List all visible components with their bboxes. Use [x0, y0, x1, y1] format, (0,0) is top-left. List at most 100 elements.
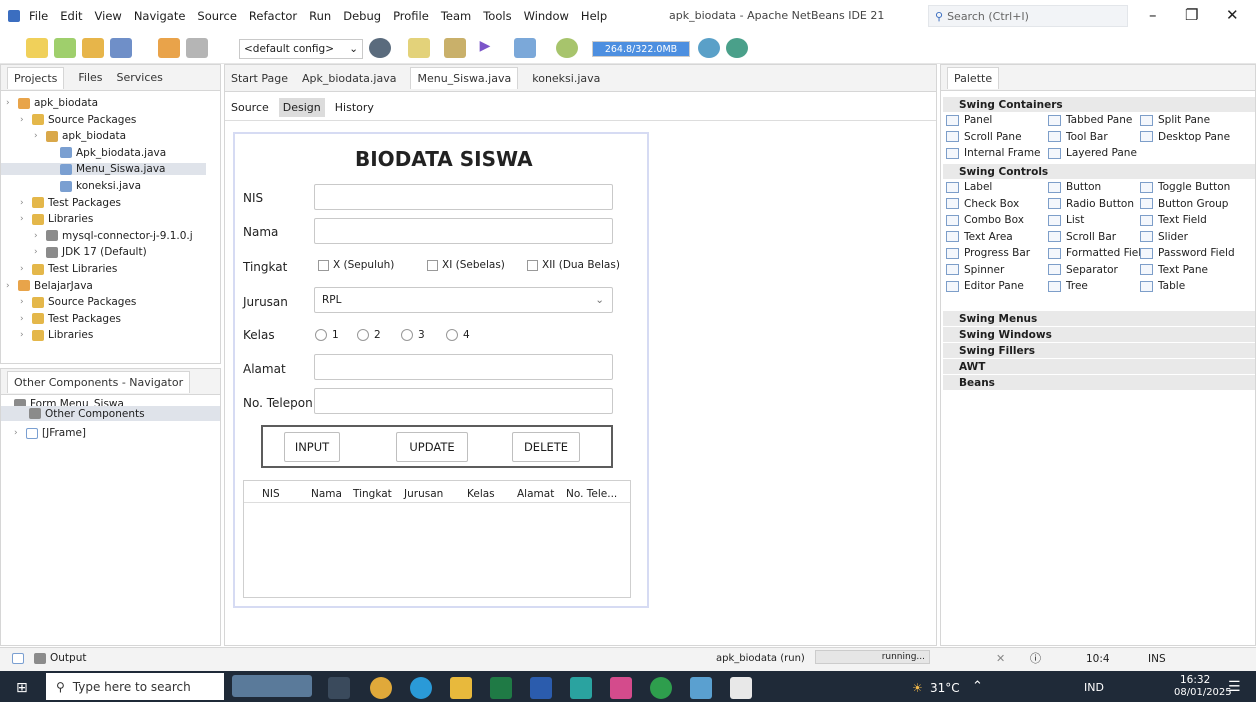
build-icon[interactable] — [444, 38, 466, 58]
clock-time[interactable]: 16:32 — [1180, 674, 1210, 686]
notification-icon[interactable]: ⓘ — [1030, 650, 1041, 666]
column-header-telepon[interactable]: No. Tele... — [566, 488, 617, 500]
palette-item[interactable]: Label — [946, 181, 992, 193]
chevron-icon[interactable]: › — [34, 131, 42, 141]
palette-section-header[interactable]: Swing Fillers — [943, 343, 1255, 358]
word-icon[interactable] — [530, 677, 552, 699]
redo-icon[interactable] — [186, 38, 208, 58]
menu-source[interactable]: Source — [197, 9, 237, 23]
chevron-icon[interactable]: › — [34, 247, 42, 257]
clean-icon[interactable] — [408, 38, 430, 58]
radio-kelas-1[interactable]: 1 — [315, 329, 339, 341]
palette-item[interactable]: Tabbed Pane — [1048, 114, 1132, 126]
palette-item[interactable]: Radio Button — [1048, 198, 1134, 210]
tree-node[interactable]: › apk_biodata — [6, 97, 98, 109]
menu-help[interactable]: Help — [581, 9, 607, 23]
palette-section-header[interactable]: AWT — [943, 359, 1255, 374]
tab-navigator[interactable]: Other Components - Navigator — [7, 370, 191, 393]
radio-kelas-2[interactable]: 2 — [357, 329, 381, 341]
tree-node[interactable]: › BelajarJava — [6, 280, 93, 292]
app-icon[interactable] — [370, 677, 392, 699]
minimize-icon[interactable]: – — [1149, 6, 1157, 24]
checkbox-xi[interactable]: XI (Sebelas) — [427, 259, 505, 271]
subtab-source[interactable]: Source — [231, 101, 269, 114]
palette-item[interactable]: Internal Frame — [946, 147, 1041, 159]
tab-start-page[interactable]: Start Page — [231, 72, 288, 85]
palette-item[interactable]: Tree — [1048, 280, 1088, 292]
palette-item[interactable]: Formatted Field — [1048, 247, 1148, 259]
palette-item[interactable]: Button Group — [1140, 198, 1228, 210]
palette-item[interactable]: Editor Pane — [946, 280, 1024, 292]
column-header-kelas[interactable]: Kelas — [467, 488, 495, 500]
chrome-icon[interactable] — [650, 677, 672, 699]
tab-files[interactable]: Files — [78, 71, 102, 84]
palette-item[interactable]: Text Field — [1140, 214, 1207, 226]
column-header-nis[interactable]: NIS — [262, 488, 280, 500]
palette-item[interactable]: Tool Bar — [1048, 131, 1108, 143]
tab-palette[interactable]: Palette — [947, 66, 1000, 89]
tab-services[interactable]: Services — [117, 71, 163, 84]
column-header-jurusan[interactable]: Jurusan — [404, 488, 443, 500]
tree-node[interactable]: › apk_biodata — [34, 130, 126, 142]
tree-node[interactable]: › Test Libraries — [20, 263, 117, 275]
close-icon[interactable]: ✕ — [1226, 6, 1239, 24]
palette-item[interactable]: Check Box — [946, 198, 1019, 210]
palette-item[interactable]: Scroll Bar — [1048, 231, 1116, 243]
tray-chevron-icon[interactable]: ⌃ — [972, 679, 983, 694]
tree-node[interactable]: › mysql-connector-j-9.1.0.j — [34, 230, 193, 242]
debug-icon[interactable] — [514, 38, 536, 58]
tree-node[interactable]: Menu_Siswa.java — [1, 163, 206, 176]
column-header-tingkat[interactable]: Tingkat — [353, 488, 392, 500]
java-icon[interactable] — [730, 677, 752, 699]
palette-section-header[interactable]: Swing Containers — [943, 97, 1255, 112]
nav-item-jframe[interactable]: › [JFrame] — [14, 427, 86, 439]
netbeans-icon[interactable] — [690, 677, 712, 699]
tree-node[interactable]: koneksi.java — [48, 180, 141, 192]
tab-menu-siswa[interactable]: Menu_Siswa.java — [410, 67, 519, 89]
checkbox-x[interactable]: X (Sepuluh) — [318, 259, 394, 271]
tree-node[interactable]: › Test Packages — [20, 313, 121, 325]
palette-section-header[interactable]: Swing Controls — [943, 164, 1255, 179]
tree-node[interactable]: › Source Packages — [20, 114, 136, 126]
menu-debug[interactable]: Debug — [343, 9, 381, 23]
palette-item[interactable]: Spinner — [946, 264, 1004, 276]
chevron-icon[interactable]: › — [20, 330, 28, 340]
telepon-field[interactable] — [314, 388, 613, 414]
palette-item[interactable]: Progress Bar — [946, 247, 1030, 259]
gc2-icon[interactable] — [726, 38, 748, 58]
tab-apk-biodata[interactable]: Apk_biodata.java — [302, 72, 396, 85]
menu-navigate[interactable]: Navigate — [134, 9, 186, 23]
tree-node[interactable]: Apk_biodata.java — [48, 147, 166, 159]
input-button[interactable]: INPUT — [284, 432, 340, 462]
config-select[interactable]: <default config> ⌄ — [239, 39, 363, 59]
chevron-icon[interactable]: › — [20, 314, 28, 324]
column-header-nama[interactable]: Nama — [311, 488, 342, 500]
subtab-design[interactable]: Design — [278, 98, 325, 117]
chevron-icon[interactable]: › — [20, 264, 28, 274]
maximize-icon[interactable]: ❐ — [1185, 6, 1198, 24]
delete-button[interactable]: DELETE — [512, 432, 580, 462]
menu-edit[interactable]: Edit — [60, 9, 82, 23]
palette-item[interactable]: Text Pane — [1140, 264, 1208, 276]
gc-icon[interactable] — [698, 38, 720, 58]
column-header-alamat[interactable]: Alamat — [517, 488, 554, 500]
palette-item[interactable]: Toggle Button — [1140, 181, 1230, 193]
tab-koneksi[interactable]: koneksi.java — [532, 72, 600, 85]
chevron-icon[interactable]: › — [6, 98, 14, 108]
jurusan-combo[interactable]: RPL ⌄ — [314, 287, 613, 313]
chevron-icon[interactable]: › — [20, 115, 28, 125]
task-view-icon[interactable] — [328, 677, 350, 699]
menu-refactor[interactable]: Refactor — [249, 9, 297, 23]
run-icon[interactable]: ▶ — [474, 38, 496, 58]
palette-item[interactable]: Panel — [946, 114, 992, 126]
windows-start-icon[interactable]: ⊞ — [16, 680, 28, 696]
chevron-icon[interactable]: › — [20, 198, 28, 208]
palette-item[interactable]: Slider — [1140, 231, 1188, 243]
palette-item[interactable]: Desktop Pane — [1140, 131, 1230, 143]
file-explorer-icon[interactable] — [450, 677, 472, 699]
nama-field[interactable] — [314, 218, 613, 244]
radio-kelas-4[interactable]: 4 — [446, 329, 470, 341]
app2-icon[interactable] — [610, 677, 632, 699]
palette-item[interactable]: Separator — [1048, 264, 1118, 276]
update-button[interactable]: UPDATE — [396, 432, 468, 462]
